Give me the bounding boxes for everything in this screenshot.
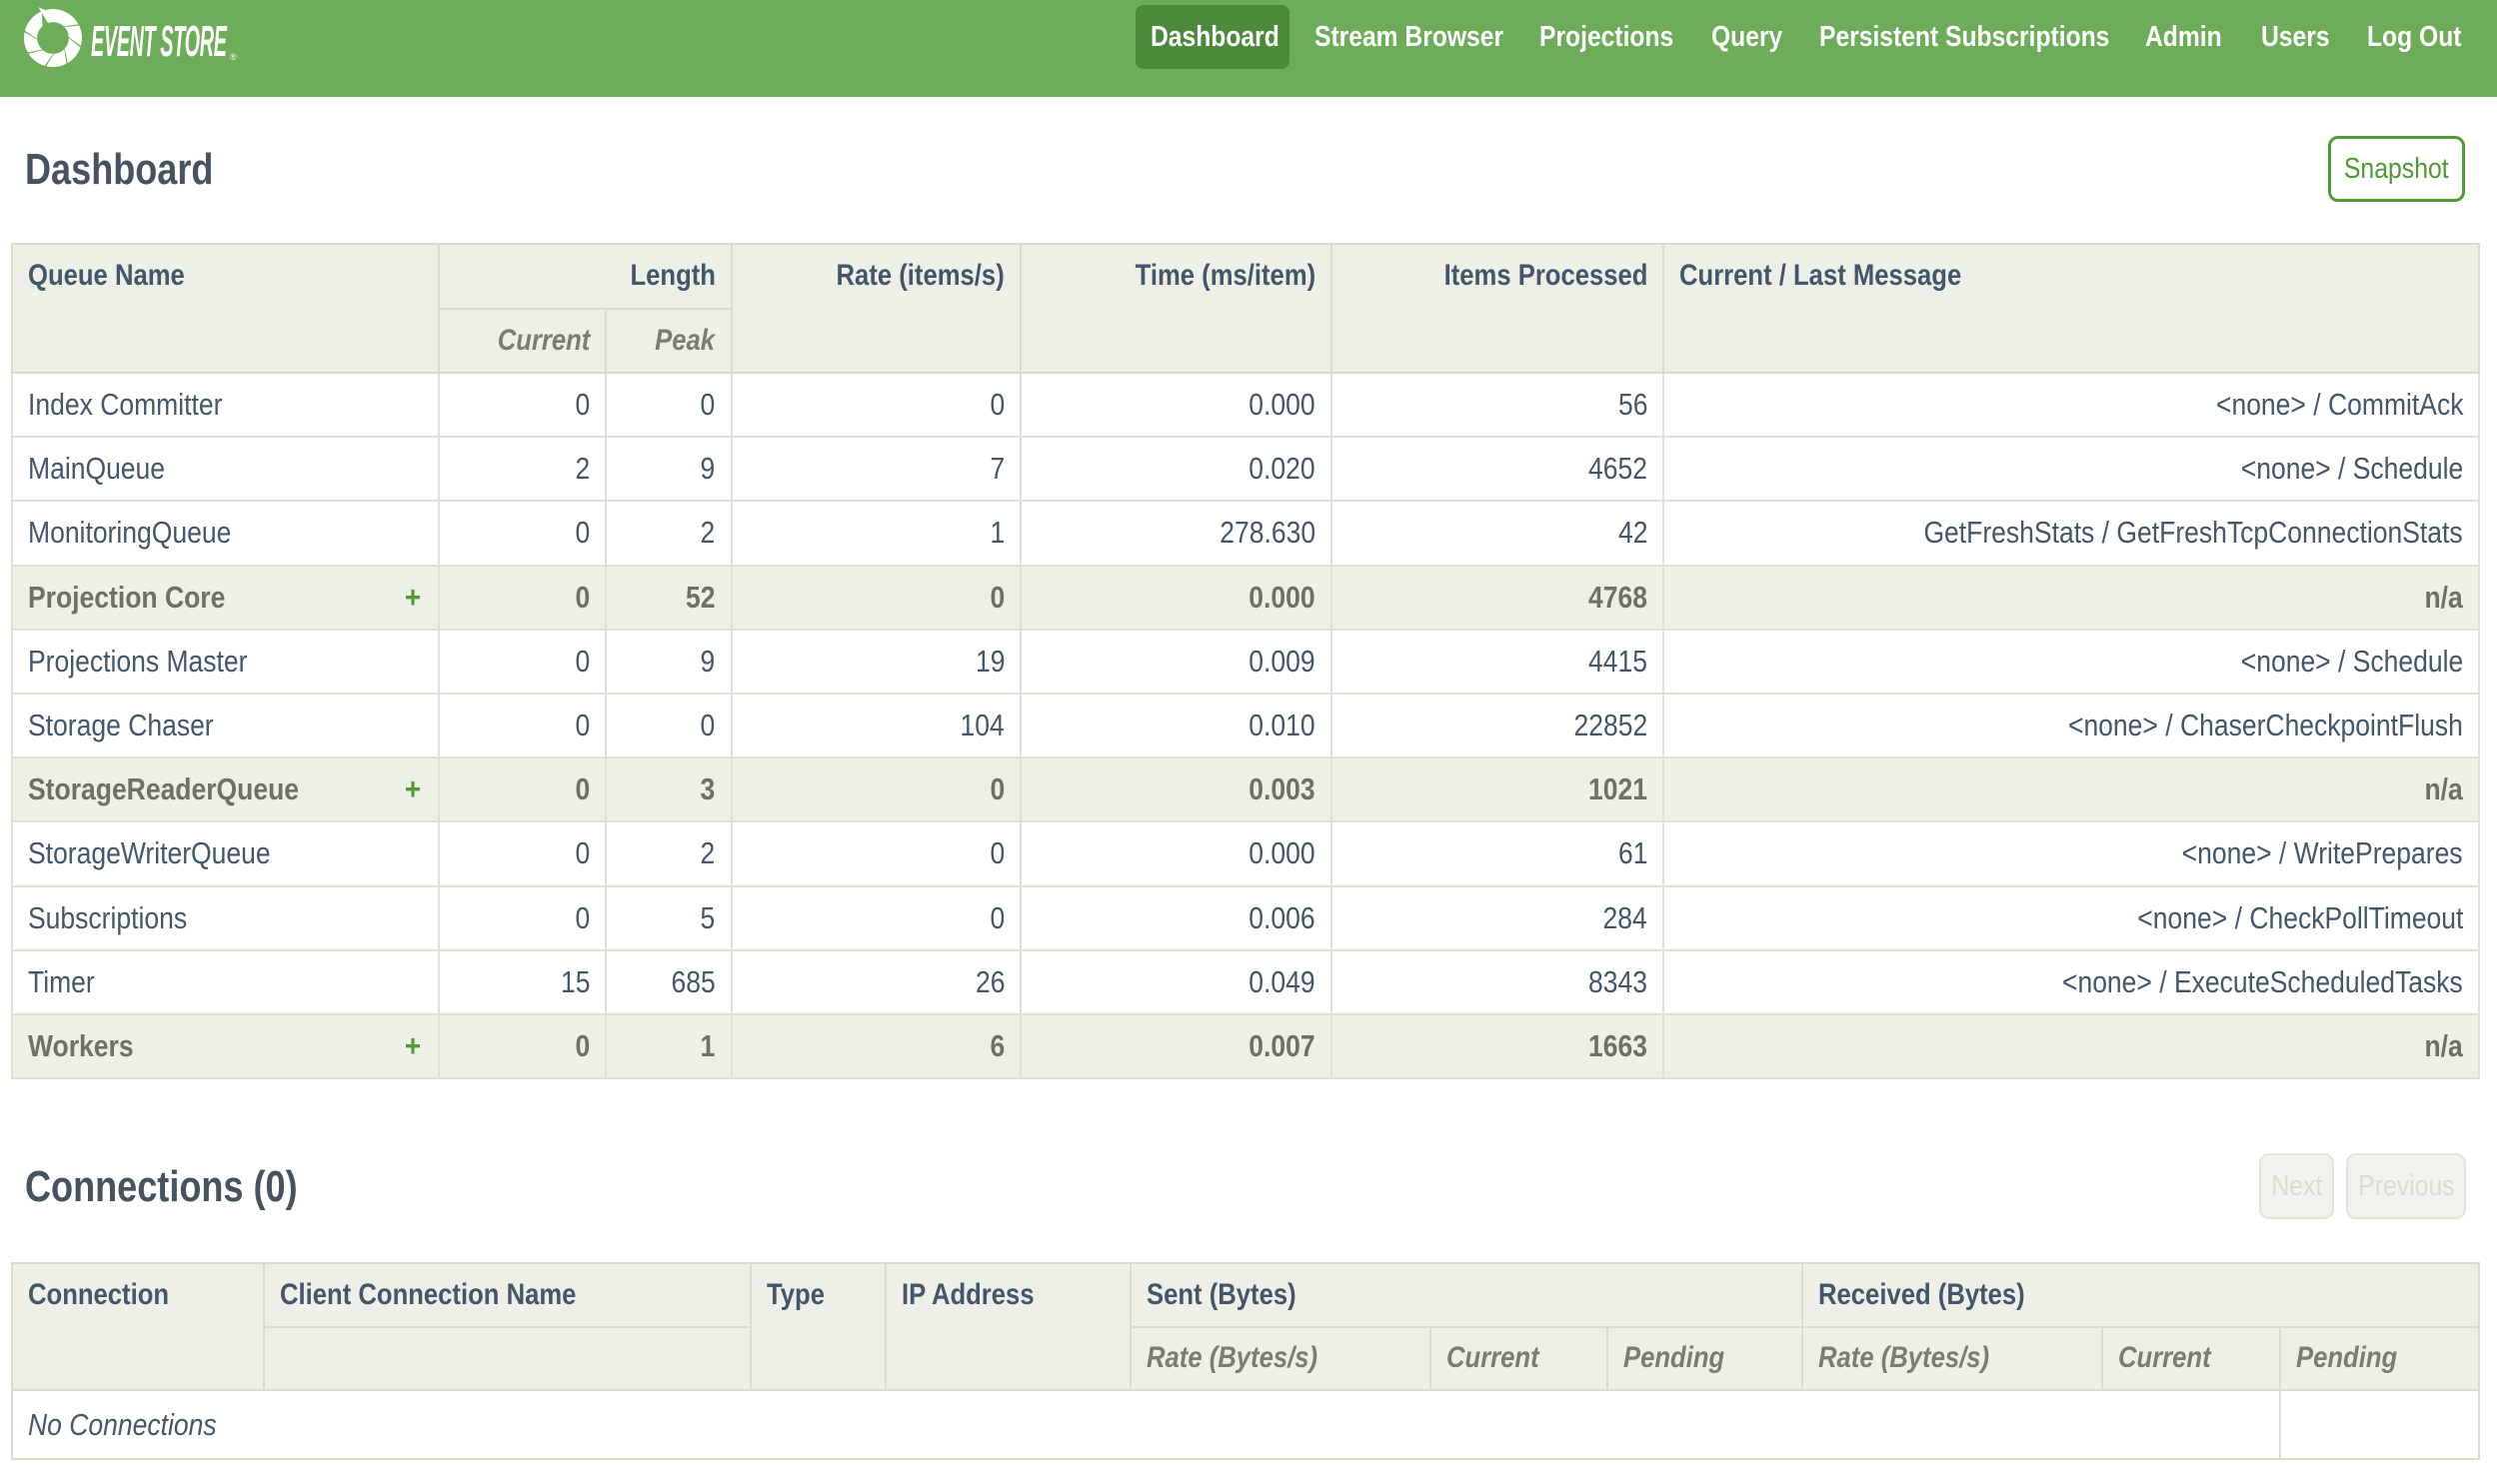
svg-text:EVENT STORE: EVENT STORE: [91, 17, 228, 66]
svg-text:®: ®: [230, 52, 237, 62]
